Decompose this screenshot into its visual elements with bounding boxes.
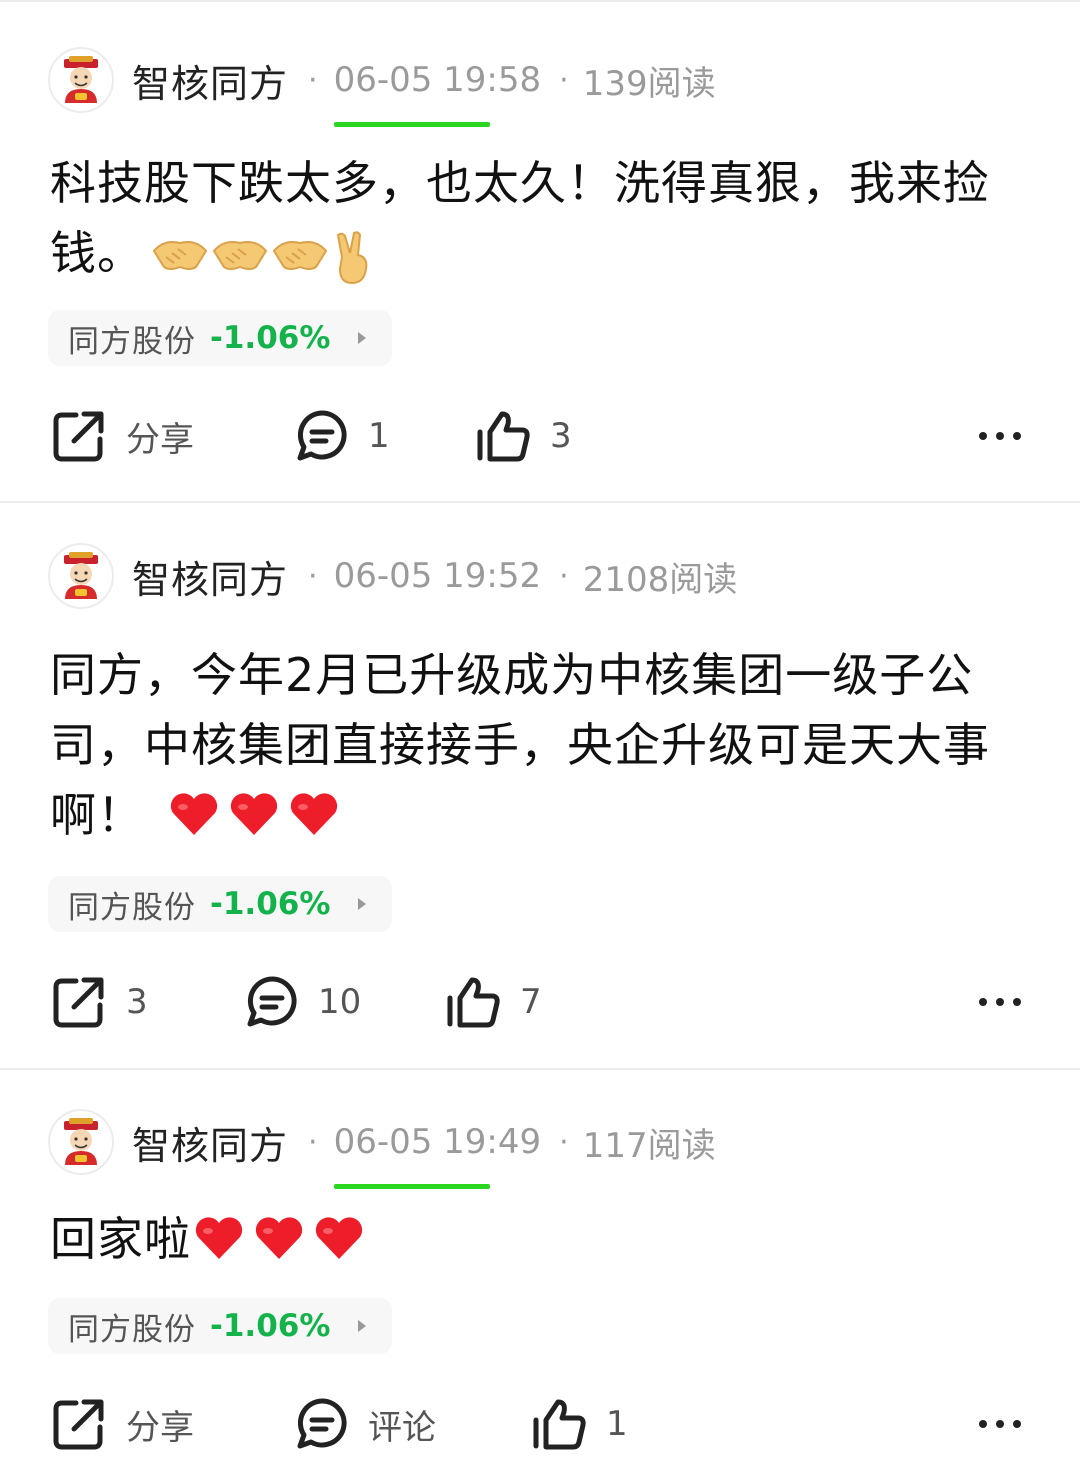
like-count: 1 — [606, 1404, 628, 1444]
more-button[interactable] — [978, 970, 1022, 1034]
read-count: 139阅读 — [582, 63, 716, 104]
like-icon — [533, 1399, 586, 1450]
stock-name: 同方股份 — [68, 889, 196, 926]
avatar-icon — [64, 56, 98, 103]
share-icon — [53, 977, 104, 1028]
author-name[interactable]: 智核同方 — [132, 1115, 288, 1170]
comment-count: 10 — [318, 982, 362, 1022]
like-button[interactable]: 7 — [446, 970, 542, 1034]
like-button[interactable]: 1 — [532, 1392, 628, 1456]
comment-icon — [297, 1398, 347, 1449]
time-underline — [333, 1184, 490, 1189]
more-icon — [979, 1420, 1021, 1428]
red-heart-emoji-icon — [315, 1217, 363, 1259]
share-label: 分享 — [126, 419, 194, 460]
emoji-group — [168, 791, 340, 837]
share-button[interactable]: 分享 — [50, 1392, 194, 1456]
comment-label: 评论 — [368, 1407, 436, 1448]
post-content[interactable]: 同方，今年2月已升级成为中核集团一级子公司，中核集团直接接手，央企升级可是天大事… — [50, 640, 1040, 850]
stock-tag[interactable]: 同方股份 -1.06% — [48, 310, 393, 366]
red-heart-emoji-icon — [290, 793, 338, 835]
chevron-right-icon — [356, 896, 368, 912]
comment-button[interactable]: 1 — [294, 404, 390, 468]
handshake-emoji-icon — [152, 241, 208, 270]
chevron-right-icon — [356, 330, 368, 346]
more-icon — [979, 998, 1021, 1006]
avatar[interactable] — [48, 47, 114, 113]
handshake-emoji-icon — [212, 241, 268, 270]
stock-change: -1.06% — [210, 1308, 331, 1344]
action-bar: 分享 评论 1 — [50, 1392, 1030, 1456]
avatar-icon — [64, 1118, 98, 1165]
post-card[interactable]: 智核同方 · 06-05 19:52 · 2108阅读 同方，今年2月已升级成为… — [0, 540, 1080, 1068]
share-button[interactable]: 3 — [50, 970, 148, 1034]
meta-separator: · — [559, 558, 569, 594]
red-heart-emoji-icon — [230, 793, 278, 835]
post-header: 智核同方 · 06-05 19:52 · 2108阅读 — [48, 540, 737, 612]
comment-icon — [247, 976, 297, 1027]
time-underline — [333, 122, 490, 127]
top-divider — [0, 0, 1080, 8]
post-time: 06-05 19:58 — [333, 60, 541, 127]
meta-separator: · — [308, 62, 318, 98]
post-time: 06-05 19:49 — [333, 1122, 541, 1189]
chevron-right-icon — [356, 1318, 368, 1334]
stock-change: -1.06% — [210, 886, 331, 922]
share-count: 3 — [126, 982, 148, 1022]
meta-separator: · — [559, 62, 569, 98]
post-content[interactable]: 科技股下跌太多，也太久！洗得真狠，我来捡钱。 — [50, 148, 1040, 288]
red-heart-emoji-icon — [255, 1217, 303, 1259]
comment-button[interactable]: 评论 — [294, 1392, 436, 1456]
comment-count: 1 — [368, 416, 390, 456]
meta-separator: · — [308, 558, 318, 594]
like-count: 3 — [550, 416, 572, 456]
stock-name: 同方股份 — [68, 1311, 196, 1348]
share-icon — [53, 1399, 104, 1450]
action-bar: 3 10 7 — [50, 970, 1030, 1034]
share-label: 分享 — [126, 1407, 194, 1448]
meta-separator: · — [559, 1124, 569, 1160]
like-icon — [447, 977, 500, 1028]
emoji-group — [193, 1215, 365, 1261]
red-heart-emoji-icon — [195, 1217, 243, 1259]
avatar[interactable] — [48, 1109, 114, 1175]
author-name[interactable]: 智核同方 — [132, 549, 288, 604]
share-icon — [53, 411, 104, 462]
comment-icon — [297, 410, 347, 461]
stock-tag[interactable]: 同方股份 -1.06% — [48, 1298, 393, 1354]
post-divider — [0, 501, 1080, 503]
post-text: 回家啦 — [50, 1212, 191, 1266]
comment-button[interactable]: 10 — [244, 970, 361, 1034]
handshake-emoji-icon — [272, 241, 328, 270]
emoji-group — [152, 231, 372, 285]
avatar[interactable] — [48, 543, 114, 609]
post-header: 智核同方 · 06-05 19:58 · 139阅读 — [48, 44, 716, 127]
more-button[interactable] — [978, 1392, 1022, 1456]
red-heart-emoji-icon — [170, 793, 218, 835]
post-card[interactable]: 智核同方 · 06-05 19:58 · 139阅读 科技股下跌太多，也太久！洗… — [0, 44, 1080, 502]
avatar-icon — [64, 552, 98, 599]
post-content[interactable]: 回家啦 — [50, 1204, 1040, 1274]
more-button[interactable] — [978, 404, 1022, 468]
post-divider — [0, 1068, 1080, 1070]
like-count: 7 — [520, 982, 542, 1022]
meta-separator: · — [308, 1124, 318, 1160]
like-button[interactable]: 3 — [476, 404, 572, 468]
stock-change: -1.06% — [210, 320, 331, 356]
victory-hand-emoji-icon — [336, 231, 368, 285]
post-feed: 智核同方 · 06-05 19:58 · 139阅读 科技股下跌太多，也太久！洗… — [0, 0, 1080, 1462]
stock-name: 同方股份 — [68, 323, 196, 360]
author-name[interactable]: 智核同方 — [132, 53, 288, 108]
action-bar: 分享 1 3 — [50, 404, 1030, 468]
like-icon — [477, 411, 530, 462]
share-button[interactable]: 分享 — [50, 404, 194, 468]
stock-tag[interactable]: 同方股份 -1.06% — [48, 876, 393, 932]
read-count: 2108阅读 — [582, 559, 738, 600]
read-count: 117阅读 — [582, 1125, 716, 1166]
post-card[interactable]: 智核同方 · 06-05 19:49 · 117阅读 回家啦 同方股份 -1.0… — [0, 1106, 1080, 1462]
post-header: 智核同方 · 06-05 19:49 · 117阅读 — [48, 1106, 716, 1189]
post-time: 06-05 19:52 — [333, 556, 542, 596]
more-icon — [979, 432, 1021, 440]
